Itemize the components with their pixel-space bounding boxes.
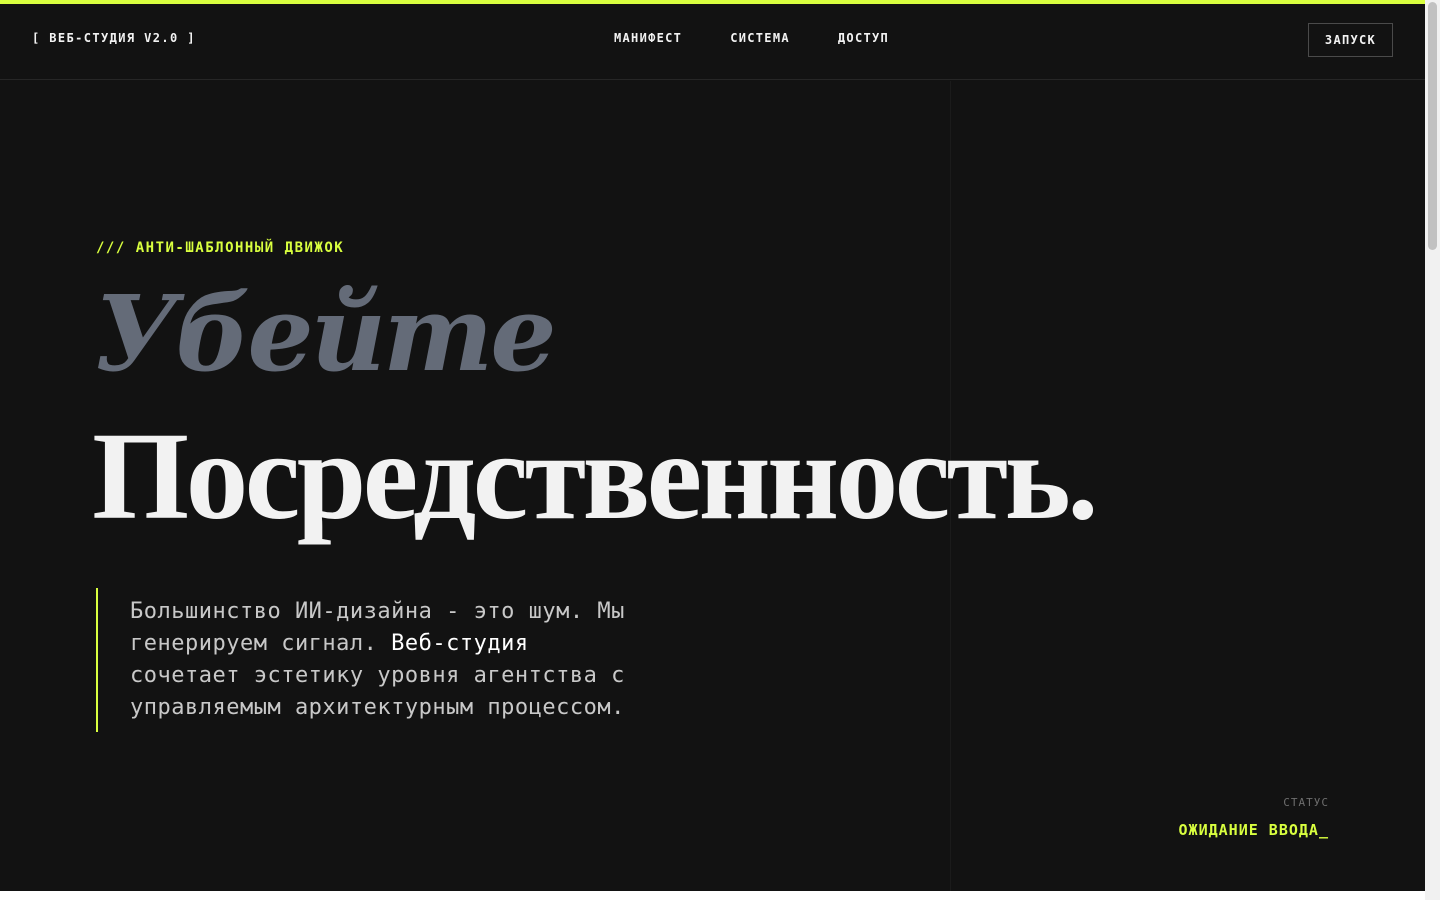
site-header: [ ВЕБ-СТУДИЯ V2.0 ] МАНИФЕСТ СИСТЕМА ДОС… <box>0 4 1425 80</box>
nav-link-access[interactable]: ДОСТУП <box>838 31 889 45</box>
status-value: ОЖИДАНИЕ ВВОДА_ <box>1178 821 1329 839</box>
page-scrollbar[interactable] <box>1425 0 1440 900</box>
brand-logo[interactable]: [ ВЕБ-СТУДИЯ V2.0 ] <box>32 31 196 45</box>
status-block: СТАТУС ОЖИДАНИЕ ВВОДА_ <box>1179 796 1329 839</box>
nav-link-system[interactable]: СИСТЕМА <box>730 31 790 45</box>
launch-button[interactable]: ЗАПУСК <box>1308 23 1393 57</box>
status-label: СТАТУС <box>1283 796 1329 809</box>
lede-line: генерируем сигнал. Веб-студия <box>130 628 676 660</box>
lede-line: сочетает эстетику уровня агентства с <box>130 663 625 688</box>
hero-eyebrow: /// АНТИ-ШАБЛОННЫЙ ДВИЖОК <box>96 240 345 256</box>
headline-main-word: Посредственность. <box>92 408 1098 546</box>
lede-text: генерируем сигнал. <box>130 631 392 656</box>
scrollbar-thumb[interactable] <box>1428 2 1437 250</box>
hero-description: Большинство ИИ-дизайна - это шум. Мы ген… <box>96 588 676 732</box>
headline-italic-word: Убейте <box>94 272 556 395</box>
lede-line: Большинство ИИ-дизайна - это шум. Мы <box>130 599 625 624</box>
lede-line: управляемым архитектурным процессом. <box>130 695 625 720</box>
main-nav: МАНИФЕСТ СИСТЕМА ДОСТУП <box>614 31 889 45</box>
lede-highlight: Веб-студия <box>391 631 529 656</box>
nav-link-manifest[interactable]: МАНИФЕСТ <box>614 31 682 45</box>
page-viewport: [ ВЕБ-СТУДИЯ V2.0 ] МАНИФЕСТ СИСТЕМА ДОС… <box>0 0 1425 891</box>
